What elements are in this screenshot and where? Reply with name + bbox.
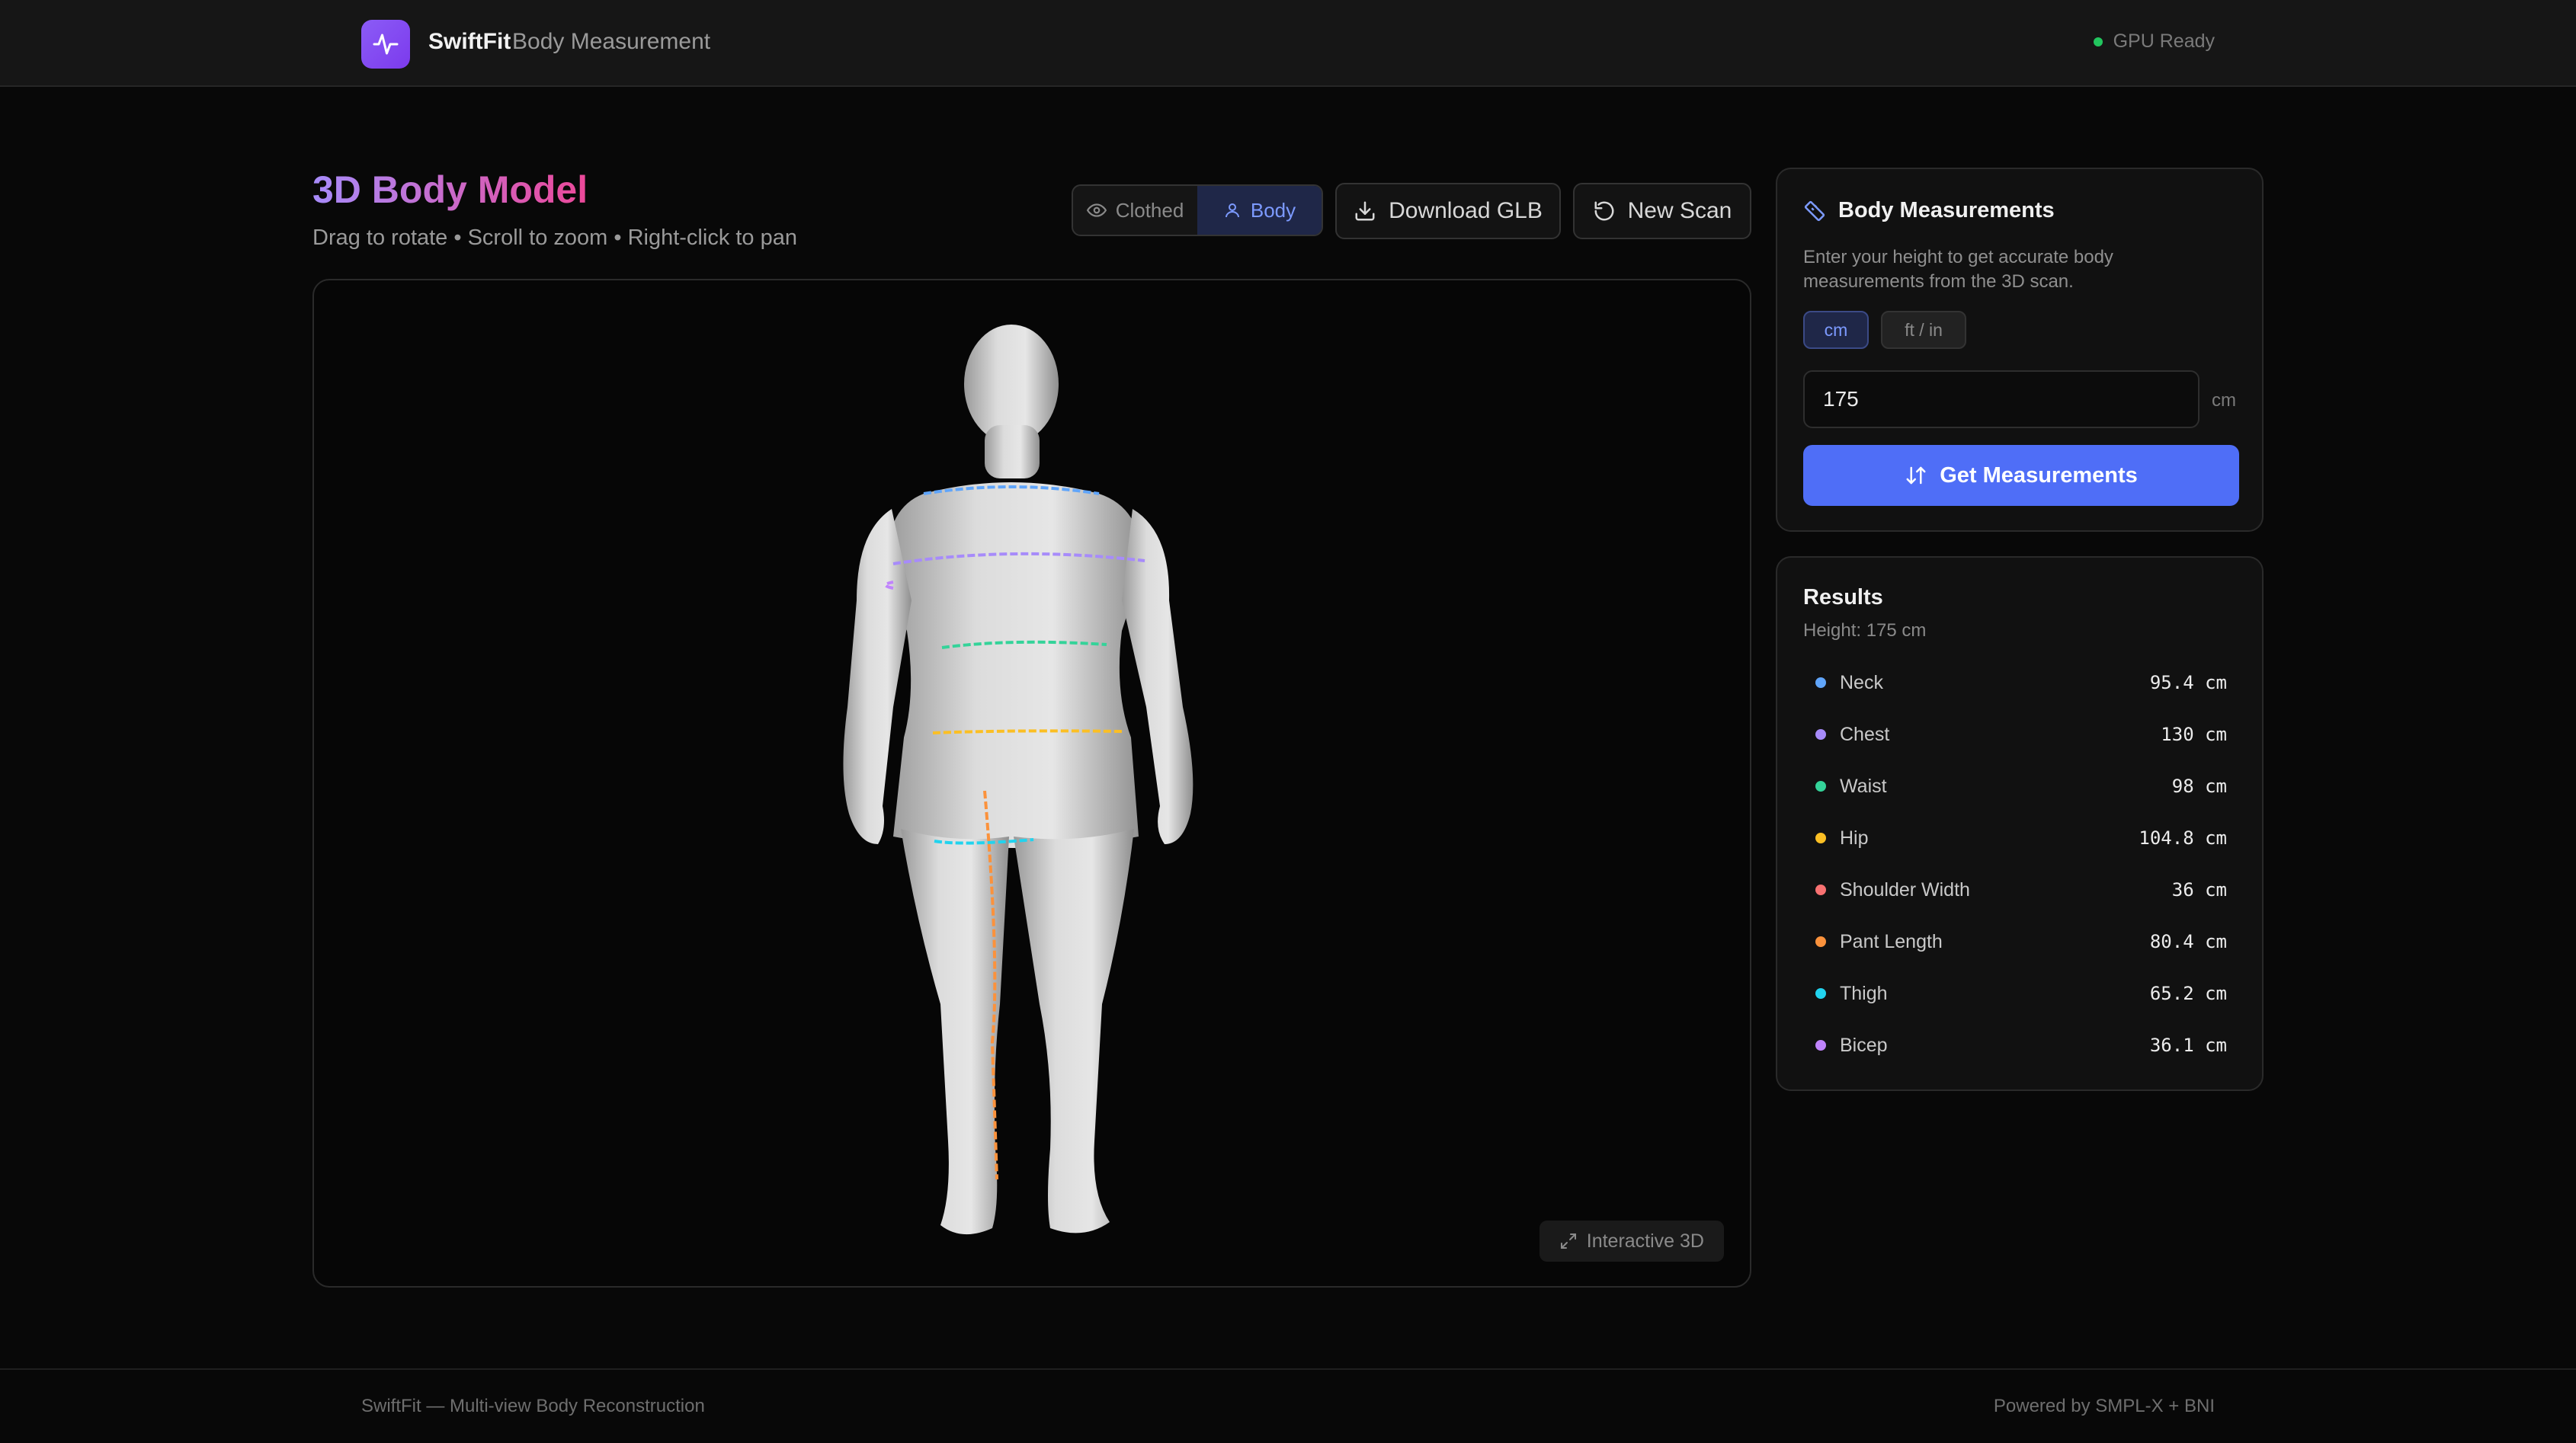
unit-ft-in-button[interactable]: ft / in [1881, 311, 1966, 349]
result-label: Chest [1840, 723, 1890, 745]
result-value: 104.8 cm [2139, 827, 2227, 849]
body-mesh [843, 325, 1193, 1235]
gpu-status-label: GPU Ready [2113, 30, 2215, 52]
result-row: Bicep 36.1 cm [1803, 1019, 2239, 1071]
result-label: Waist [1840, 775, 1887, 797]
results-panel: Results Height: 175 cm Neck 95.4 cm Chest 1… [1776, 556, 2264, 1091]
results-title: Results [1803, 585, 1883, 610]
result-row: Chest 130 cm [1803, 709, 2239, 760]
result-value: 36 cm [2171, 879, 2227, 901]
measurements-title-label: Body Measurements [1838, 198, 2055, 222]
result-name: Waist [1815, 776, 1887, 798]
interactive-label: Interactive 3D [1586, 1230, 1704, 1252]
result-dot-icon [1815, 833, 1826, 843]
refresh-icon [1594, 201, 1614, 221]
clothed-label: Clothed [1115, 198, 1184, 222]
body-measurements-panel: Body Measurements Enter your height to g… [1776, 168, 2264, 532]
result-value: 95.4 cm [2149, 672, 2227, 693]
result-name: Chest [1815, 724, 1889, 746]
download-icon [1355, 201, 1375, 221]
result-name: Shoulder Width [1815, 879, 1970, 901]
get-measurements-label: Get Measurements [1940, 462, 2138, 488]
result-name: Thigh [1815, 983, 1888, 1005]
footer-left-text: SwiftFit — Multi-view Body Reconstructio… [361, 1396, 705, 1416]
status-dot-icon [2093, 37, 2103, 46]
result-value: 98 cm [2171, 776, 2227, 797]
result-value: 80.4 cm [2149, 931, 2227, 952]
sort-arrows-icon [1906, 466, 1926, 485]
result-dot-icon [1815, 988, 1826, 999]
result-label: Thigh [1840, 982, 1888, 1004]
result-value: 36.1 cm [2149, 1035, 2227, 1056]
result-dot-icon [1815, 781, 1826, 792]
result-row: Waist 98 cm [1803, 760, 2239, 812]
brand-name: SwiftFit [428, 29, 511, 54]
view-mode-toggle: Clothed Body [1072, 184, 1323, 236]
result-label: Hip [1840, 827, 1869, 849]
result-name: Pant Length [1815, 931, 1943, 953]
measurements-description: Enter your height to get accurate body m… [1803, 247, 2113, 292]
expand-icon [1560, 1233, 1576, 1249]
result-row: Shoulder Width 36 cm [1803, 864, 2239, 916]
body-label: Body [1250, 198, 1296, 222]
results-height: Height: 175 cm [1803, 620, 1927, 641]
body-model [843, 325, 1193, 1235]
3d-viewer-canvas[interactable]: Interactive 3D [312, 279, 1751, 1288]
new-scan-label: New Scan [1627, 198, 1732, 223]
result-dot-icon [1815, 1040, 1826, 1051]
logo-pulse-icon [361, 20, 410, 69]
result-row: Hip 104.8 cm [1803, 812, 2239, 864]
results-list: Neck 95.4 cm Chest 130 cm Waist 98 cm Hip 104.8… [1803, 657, 2239, 1071]
result-row: Pant Length 80.4 cm [1803, 916, 2239, 968]
download-label: Download GLB [1389, 198, 1543, 223]
result-dot-icon [1815, 936, 1826, 947]
result-name: Bicep [1815, 1035, 1888, 1057]
result-label: Shoulder Width [1840, 878, 1970, 901]
page-title: 3D Body Model [312, 168, 588, 211]
result-value: 130 cm [2161, 724, 2227, 745]
footer-right-text: Powered by SMPL-X + BNI [1993, 1396, 2215, 1416]
result-value: 65.2 cm [2149, 983, 2227, 1004]
app-footer: SwiftFit — Multi-view Body Reconstructio… [0, 1368, 2576, 1443]
person-icon [1225, 203, 1239, 218]
page-subtitle: Drag to rotate • Scroll to zoom • Right-… [312, 226, 798, 250]
download-glb-button[interactable]: Download GLB [1335, 183, 1561, 239]
result-label: Bicep [1840, 1034, 1888, 1056]
height-unit-label: cm [2212, 390, 2236, 411]
result-dot-icon [1815, 677, 1826, 688]
result-dot-icon [1815, 729, 1826, 740]
result-row: Neck 95.4 cm [1803, 657, 2239, 709]
interactive-3d-badge: Interactive 3D [1539, 1221, 1724, 1262]
result-name: Hip [1815, 827, 1869, 849]
result-dot-icon [1815, 885, 1826, 895]
ruler-icon [1804, 200, 1825, 221]
result-row: Thigh 65.2 cm [1803, 968, 2239, 1019]
eye-icon [1086, 203, 1107, 217]
get-measurements-button[interactable]: Get Measurements [1803, 445, 2239, 506]
new-scan-button[interactable]: New Scan [1573, 183, 1751, 239]
unit-cm-button[interactable]: cm [1803, 311, 1869, 349]
result-label: Pant Length [1840, 930, 1943, 952]
result-name: Neck [1815, 672, 1883, 694]
app-header: SwiftFit Body Measurement GPU Ready [0, 0, 2576, 87]
body-toggle-button[interactable]: Body [1197, 186, 1322, 235]
brand-subtitle: Body Measurement [512, 29, 711, 54]
measurements-title: Body Measurements [1803, 198, 2055, 223]
gpu-status: GPU Ready [2093, 30, 2215, 53]
height-input[interactable] [1803, 370, 2200, 428]
clothed-toggle-button[interactable]: Clothed [1073, 186, 1197, 235]
result-label: Neck [1840, 671, 1883, 693]
